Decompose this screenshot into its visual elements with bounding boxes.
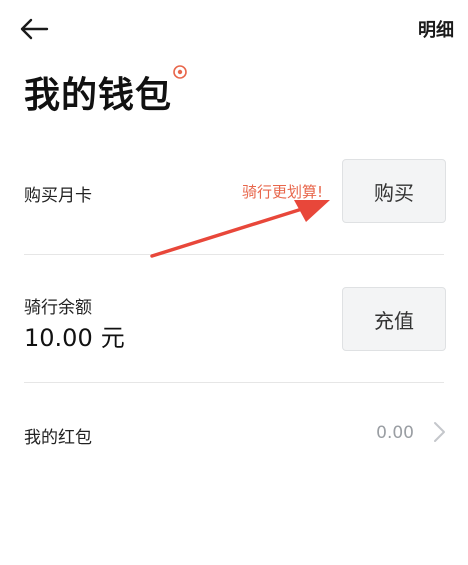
detail-link[interactable]: 明细 [418, 16, 454, 42]
balance-amount: 10.00 [24, 324, 93, 352]
wallet-screen: 明细 我的钱包 购买月卡 骑行更划算! 购买 骑行余额 10.00 元 充值 我的… [0, 0, 468, 565]
balance-label: 骑行余额 [24, 298, 92, 318]
red-packet-value: 0.00 [376, 423, 414, 443]
back-button[interactable] [14, 12, 54, 46]
divider [24, 382, 444, 383]
chevron-right-icon [434, 422, 445, 442]
divider [24, 254, 444, 255]
ring-dot-icon [173, 65, 187, 79]
balance-unit: 元 [100, 324, 125, 352]
monthly-card-label: 购买月卡 [24, 186, 92, 206]
arrow-left-icon [20, 18, 49, 40]
recharge-button[interactable]: 充值 [342, 287, 446, 351]
red-packet-label: 我的红包 [24, 428, 92, 448]
balance-value: 10.00 元 [24, 318, 125, 353]
page-title: 我的钱包 [24, 75, 173, 116]
promo-text: 骑行更划算! [242, 183, 324, 201]
buy-button[interactable]: 购买 [342, 159, 446, 223]
